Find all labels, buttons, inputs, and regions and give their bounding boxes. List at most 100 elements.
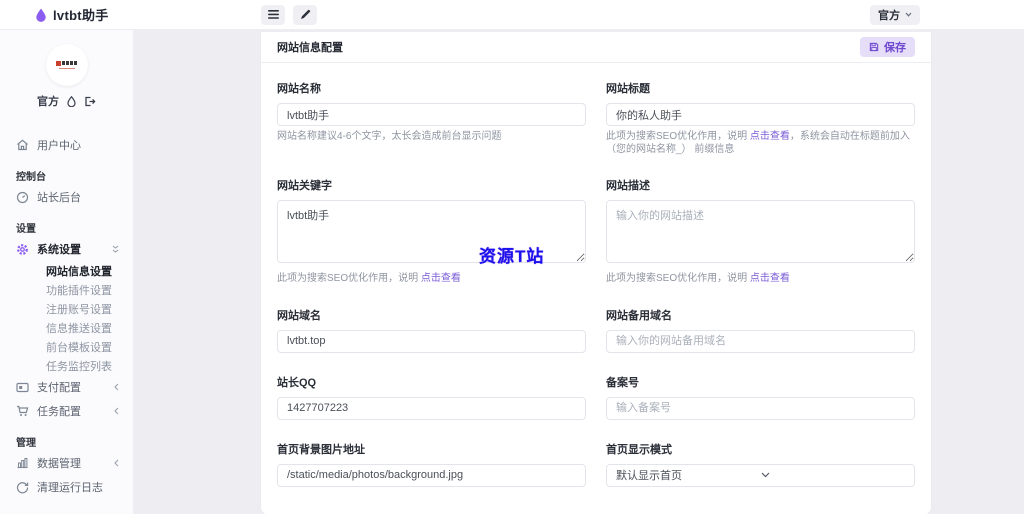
chevron-down-icon [761, 472, 906, 478]
top-navbar: lvtbt助手 官方 [0, 0, 1024, 30]
save-button[interactable]: 保存 [860, 37, 915, 57]
sidebar-item-label: 数据管理 [37, 458, 81, 470]
card-body: 网站名称 网站名称建议4-6个文字，太长会造成前台显示问题 网站标题 此项为搜索… [261, 63, 931, 514]
qq-input[interactable] [277, 396, 586, 420]
sidebar-item-task-config[interactable]: 任务配置 [0, 399, 133, 423]
submenu-item-plugins[interactable]: 功能插件设置 [0, 280, 133, 299]
chevron-down-icon [905, 12, 912, 17]
page: lvtbt助手 官方 官方 用户中心 控制台 站长后台 设置 系统设置 网站信息… [0, 0, 1024, 514]
chevron-left-icon [114, 407, 119, 415]
sidebar-item-label: 用户中心 [37, 140, 81, 152]
sidebar-item-label: 支付配置 [37, 382, 81, 394]
main-content: 网站信息配置 保存 网站名称 网站名称建议4-6个文字，太长会造成前台显示问 [133, 30, 1024, 514]
cart-icon [16, 405, 29, 417]
hint-view-link[interactable]: 点击查看 [750, 131, 790, 142]
user-dropdown-label: 官方 [878, 9, 900, 22]
sidebar-item-user-center[interactable]: 用户中心 [0, 133, 133, 157]
brand-title: lvtbt助手 [53, 8, 109, 23]
field-label: 网站标题 [606, 83, 650, 95]
field-hint: 此项为搜索SEO优化作用，说明 点击查看 [277, 273, 461, 284]
chevron-left-icon [114, 383, 119, 391]
avatar-wrap [0, 44, 133, 86]
avatar-logo-subtext [58, 67, 75, 70]
sidebar-section-settings: 设置 [16, 223, 36, 235]
backup-domain-input[interactable] [606, 329, 915, 353]
sidebar-toggle-button[interactable] [261, 4, 285, 25]
field-hint: 网站名称建议4-6个文字，太长会造成前台显示问题 [277, 131, 502, 142]
field-site-desc: 网站描述 此项为搜索SEO优化作用，说明 点击查看 [606, 177, 915, 286]
submenu-item-register[interactable]: 注册账号设置 [0, 299, 133, 318]
bar-chart-icon [16, 457, 29, 469]
field-label: 首页背景图片地址 [277, 443, 365, 456]
field-site-name: 网站名称 网站名称建议4-6个文字，太长会造成前台显示问题 [277, 80, 586, 156]
submenu-item-website-info[interactable]: 网站信息设置 [0, 261, 133, 280]
edit-button[interactable] [293, 4, 317, 25]
refresh-icon [16, 481, 29, 494]
sidebar-section-manage: 管理 [16, 437, 36, 449]
user-dropdown-button[interactable]: 官方 [870, 4, 920, 25]
sidebar: 官方 用户中心 控制台 站长后台 设置 系统设置 网站信息设置 功能插件设置 注… [0, 30, 133, 514]
website-info-card: 网站信息配置 保存 网站名称 网站名称建议4-6个文字，太长会造成前台显示问 [261, 32, 931, 514]
system-settings-submenu: 网站信息设置 功能插件设置 注册账号设置 信息推送设置 前台模板设置 任务监控列… [0, 261, 133, 375]
submenu-item-template[interactable]: 前台模板设置 [0, 337, 133, 356]
field-qq: 站长QQ [277, 374, 586, 420]
dashboard-icon [16, 191, 29, 204]
field-label: 首页显示模式 [606, 443, 672, 456]
sidebar-item-label: 清理运行日志 [37, 482, 103, 494]
save-button-label: 保存 [884, 42, 906, 54]
site-domain-input[interactable] [277, 329, 586, 353]
avatar-logo-mark [56, 60, 77, 66]
site-title-input[interactable] [606, 103, 915, 126]
profile-name: 官方 [37, 96, 59, 108]
icp-input[interactable] [606, 396, 915, 420]
field-label: 网站关键字 [277, 180, 332, 192]
watermark: 资源T站 [479, 247, 545, 266]
sidebar-section-console: 控制台 [16, 171, 46, 183]
submenu-item-push[interactable]: 信息推送设置 [0, 318, 133, 337]
sidebar-item-data-manage[interactable]: 数据管理 [0, 451, 133, 475]
bg-image-input[interactable] [277, 463, 586, 487]
sidebar-item-clear-logs[interactable]: 清理运行日志 [0, 475, 133, 499]
site-name-input[interactable] [277, 103, 586, 126]
sidebar-item-label: 任务配置 [37, 406, 81, 418]
home-icon [16, 139, 29, 151]
chevron-left-icon [114, 459, 119, 467]
field-backup-domain: 网站备用域名 [606, 307, 915, 353]
field-label: 备案号 [606, 376, 639, 389]
avatar[interactable] [45, 44, 88, 86]
display-mode-select[interactable]: 默认显示首页 [606, 463, 915, 487]
field-display-mode: 首页显示模式 默认显示首页 [606, 441, 915, 487]
logout-icon[interactable] [84, 96, 96, 107]
hint-view-link[interactable]: 点击查看 [750, 273, 790, 284]
sidebar-item-system-settings[interactable]: 系统设置 [0, 237, 133, 261]
field-hint: 此项为搜索SEO优化作用，说明 点击查看 [606, 273, 790, 284]
droplet-icon[interactable] [67, 95, 76, 107]
field-site-domain: 网站域名 [277, 307, 586, 353]
field-icp: 备案号 [606, 374, 915, 420]
field-label: 网站域名 [277, 309, 321, 322]
navbar-buttons [261, 4, 317, 25]
sidebar-item-label: 系统设置 [37, 244, 81, 256]
site-desc-textarea[interactable] [606, 200, 915, 263]
field-label: 网站名称 [277, 83, 321, 95]
hint-view-link[interactable]: 点击查看 [421, 273, 461, 284]
brand: lvtbt助手 [35, 5, 225, 24]
sidebar-item-webmaster-backend[interactable]: 站长后台 [0, 185, 133, 209]
hamburger-icon [267, 10, 279, 19]
gear-icon [16, 243, 29, 256]
save-icon [869, 42, 879, 52]
sidebar-menu: 用户中心 控制台 站长后台 设置 系统设置 网站信息设置 功能插件设置 注册账号… [0, 133, 133, 499]
card-title: 网站信息配置 [277, 42, 343, 54]
field-label: 网站描述 [606, 180, 650, 192]
brand-droplet-icon [35, 8, 47, 22]
double-chevron-down-icon [112, 245, 119, 254]
field-site-keywords: 网站关键字 lvtbt助手 此项为搜索SEO优化作用，说明 点击查看 [277, 177, 586, 286]
field-label: 站长QQ [277, 376, 317, 389]
field-hint: 此项为搜索SEO优化作用，说明 点击查看，系统会自动在标题前加入 （您的网站名称… [606, 131, 910, 155]
sidebar-item-label: 站长后台 [37, 192, 81, 204]
field-bg-image: 首页背景图片地址 [277, 441, 586, 487]
field-label: 网站备用域名 [606, 309, 672, 322]
navbar-right: 官方 [870, 4, 920, 25]
submenu-item-task-monitor[interactable]: 任务监控列表 [0, 356, 133, 375]
sidebar-item-payment-config[interactable]: 支付配置 [0, 375, 133, 399]
